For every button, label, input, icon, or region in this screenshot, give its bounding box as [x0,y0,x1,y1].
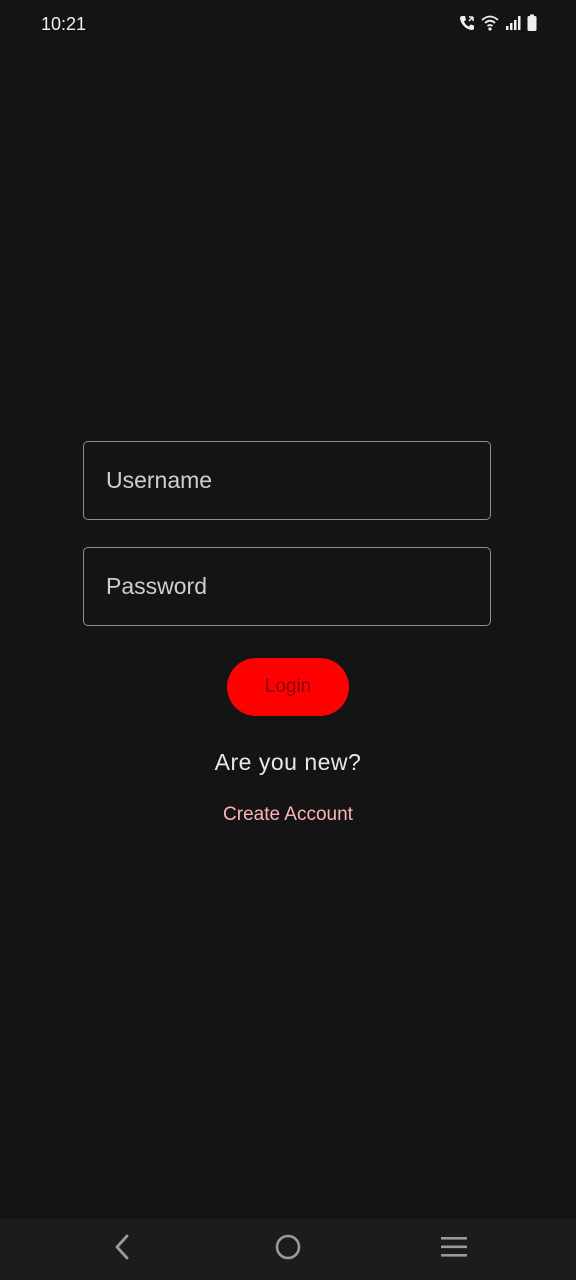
home-icon [274,1233,302,1266]
status-icons [458,14,538,32]
status-bar: 10:21 [0,0,576,52]
recents-button[interactable] [414,1219,494,1280]
battery-icon [526,14,538,32]
wifi-icon [480,14,500,32]
status-time: 10:21 [41,14,87,34]
password-input[interactable] [84,548,490,625]
new-user-prompt: Are you new? [214,749,362,775]
username-field[interactable] [83,441,491,520]
login-button[interactable]: Login [227,658,349,716]
back-icon [112,1233,132,1266]
signal-icon [504,14,522,32]
call-icon [458,14,476,32]
home-button[interactable] [248,1219,328,1280]
create-account-link[interactable]: Create Account [0,804,576,826]
login-screen: 10:21 Username Login Are you new? Create… [0,0,576,1280]
navigation-bar [0,1219,576,1280]
back-button[interactable] [82,1219,162,1280]
recents-icon [440,1235,468,1264]
username-input[interactable] [84,442,490,519]
password-field[interactable] [83,547,491,626]
